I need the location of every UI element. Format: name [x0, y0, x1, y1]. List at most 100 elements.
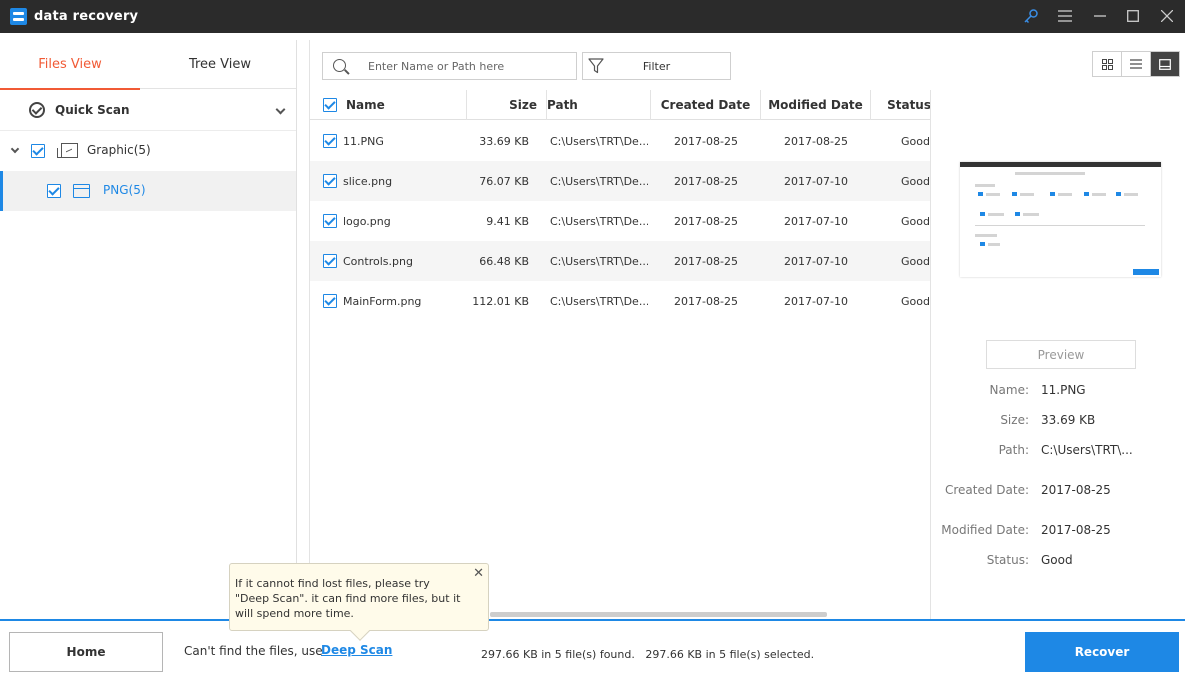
search-icon: [333, 59, 346, 72]
file-status: Good: [901, 294, 930, 308]
file-path: C:\Users\TRT\De...: [550, 174, 648, 188]
file-name: slice.png: [343, 174, 393, 188]
preview-pane: Preview Name: 11.PNG Size: 33.69 KB Path…: [930, 90, 1185, 619]
maximize-icon[interactable]: [1122, 5, 1144, 27]
grid-view-icon[interactable]: [1093, 52, 1122, 76]
deep-scan-link[interactable]: Deep Scan: [321, 643, 392, 657]
detail-label-created: Created Date:: [944, 483, 1029, 497]
tree-item-graphic[interactable]: Graphic(5): [0, 131, 296, 171]
deep-scan-tooltip: If it cannot find lost files, please try…: [229, 563, 489, 641]
file-status: Good: [901, 174, 930, 188]
file-status: Good: [901, 214, 930, 228]
file-created: 2017-08-25: [674, 174, 738, 188]
filter-label: Filter: [642, 60, 671, 73]
detail-value-modified: 2017-08-25: [1041, 523, 1111, 537]
row-checkbox[interactable]: [323, 254, 337, 268]
file-name: 11.PNG: [343, 134, 384, 148]
preview-view-icon[interactable]: [1151, 52, 1179, 76]
expand-chevron-icon[interactable]: [10, 144, 20, 154]
key-icon[interactable]: [1020, 5, 1042, 27]
minimize-icon[interactable]: [1089, 5, 1111, 27]
detail-value-size: 33.69 KB: [1041, 413, 1096, 427]
menu-icon[interactable]: [1054, 5, 1076, 27]
table-row[interactable]: logo.png 9.41 KB C:\Users\TRT\De... 2017…: [310, 201, 931, 241]
file-status: Good: [901, 134, 930, 148]
file-path: C:\Users\TRT\De...: [550, 294, 648, 308]
table-row[interactable]: slice.png 76.07 KB C:\Users\TRT\De... 20…: [310, 161, 931, 201]
view-mode-group: [1092, 51, 1180, 77]
detail-label-modified: Modified Date:: [941, 523, 1029, 537]
table-header: Name Size Path Created Date Modified Dat…: [310, 90, 931, 120]
preview-thumbnail: [960, 162, 1161, 277]
tab-files-view[interactable]: Files View: [0, 40, 140, 90]
horizontal-scrollbar[interactable]: [490, 612, 827, 617]
tree-item-graphic-label: Graphic(5): [87, 143, 151, 157]
detail-label-size: Size:: [1000, 413, 1029, 427]
close-icon[interactable]: [1156, 5, 1178, 27]
recover-button[interactable]: Recover: [1025, 632, 1179, 672]
row-checkbox[interactable]: [323, 294, 337, 308]
tab-tree-view[interactable]: Tree View: [148, 40, 292, 89]
col-status-header[interactable]: Status: [871, 90, 931, 120]
file-modified: 2017-07-10: [784, 174, 848, 188]
chevron-down-icon[interactable]: [275, 104, 286, 115]
file-modified: 2017-07-10: [784, 214, 848, 228]
file-name: MainForm.png: [343, 294, 422, 308]
detail-value-status: Good: [1041, 553, 1073, 567]
table-row[interactable]: 11.PNG 33.69 KB C:\Users\TRT\De... 2017-…: [310, 121, 931, 161]
file-size: 9.41 KB: [486, 214, 529, 228]
title-bar: data recovery: [0, 0, 1185, 33]
folder-icon: [73, 184, 90, 198]
file-path: C:\Users\TRT\De...: [550, 254, 648, 268]
file-size: 66.48 KB: [479, 254, 529, 268]
png-checkbox[interactable]: [47, 184, 61, 198]
left-panel: Files View Tree View Quick Scan Graphic(…: [0, 40, 297, 619]
tree-item-png-label: PNG(5): [103, 183, 146, 197]
file-modified: 2017-08-25: [784, 134, 848, 148]
col-modified-header[interactable]: Modified Date: [761, 90, 871, 120]
tree-item-png[interactable]: PNG(5): [0, 171, 296, 211]
file-created: 2017-08-25: [674, 134, 738, 148]
file-name: Controls.png: [343, 254, 413, 268]
row-checkbox[interactable]: [323, 134, 337, 148]
file-modified: 2017-07-10: [784, 294, 848, 308]
tooltip-text: If it cannot find lost files, please try…: [235, 577, 461, 620]
select-all-checkbox[interactable]: [323, 98, 337, 112]
table-row[interactable]: Controls.png 66.48 KB C:\Users\TRT\De...…: [310, 241, 931, 281]
preview-button[interactable]: Preview: [986, 340, 1136, 369]
graphic-checkbox[interactable]: [31, 144, 45, 158]
detail-value-name: 11.PNG: [1041, 383, 1086, 397]
detail-label-status: Status:: [986, 553, 1029, 567]
file-size: 33.69 KB: [479, 134, 529, 148]
file-modified: 2017-07-10: [784, 254, 848, 268]
detail-label-path: Path:: [998, 443, 1029, 457]
filter-button[interactable]: Filter: [582, 52, 731, 80]
quick-scan-label: Quick Scan: [55, 103, 130, 117]
file-path: C:\Users\TRT\De...: [550, 134, 648, 148]
app-title: data recovery: [34, 9, 139, 24]
search-box[interactable]: [322, 52, 577, 80]
col-path-header[interactable]: Path: [547, 90, 651, 120]
tooltip-close-icon[interactable]: ✕: [473, 566, 484, 581]
file-path: C:\Users\TRT\De...: [550, 214, 648, 228]
file-name: logo.png: [343, 214, 391, 228]
footer-bar: Home Can't find the files, use Deep Scan…: [0, 619, 1185, 682]
file-size: 112.01 KB: [472, 294, 529, 308]
table-row[interactable]: MainForm.png 112.01 KB C:\Users\TRT\De..…: [310, 281, 931, 321]
col-name-header[interactable]: Name: [310, 90, 467, 120]
list-view-icon[interactable]: [1122, 52, 1151, 76]
image-icon: [57, 143, 78, 158]
quick-scan-row[interactable]: Quick Scan: [0, 90, 296, 131]
search-input[interactable]: [368, 58, 568, 74]
file-created: 2017-08-25: [674, 294, 738, 308]
cant-find-text: Can't find the files, use: [184, 644, 323, 658]
home-button[interactable]: Home: [9, 632, 163, 672]
file-status: Good: [901, 254, 930, 268]
view-tabs: Files View Tree View: [0, 40, 296, 90]
col-created-header[interactable]: Created Date: [651, 90, 761, 120]
detail-value-path: C:\Users\TRT\...: [1041, 443, 1133, 457]
status-text: 297.66 KB in 5 file(s) found. 297.66 KB …: [481, 648, 815, 661]
col-size-header[interactable]: Size: [467, 90, 547, 120]
row-checkbox[interactable]: [323, 214, 337, 228]
row-checkbox[interactable]: [323, 174, 337, 188]
